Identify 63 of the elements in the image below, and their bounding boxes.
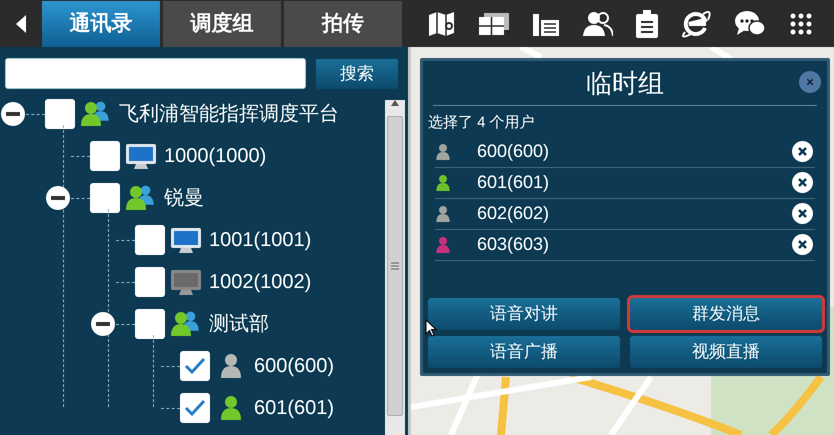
checkbox[interactable] bbox=[45, 99, 75, 129]
check-icon bbox=[184, 399, 206, 417]
windows-icon[interactable] bbox=[478, 12, 508, 34]
tree-item-label[interactable]: 601(601) bbox=[254, 393, 334, 423]
map-icon[interactable] bbox=[428, 10, 456, 36]
dialog-title: 临时组 bbox=[586, 66, 664, 100]
minus-icon bbox=[6, 112, 20, 116]
tree-item-label[interactable]: 1000(1000) bbox=[164, 141, 266, 171]
member-label: 600(600) bbox=[477, 140, 550, 163]
tree-item-label[interactable]: 1002(1002) bbox=[209, 267, 312, 297]
contacts-icon[interactable] bbox=[582, 10, 612, 36]
check-icon bbox=[184, 357, 206, 375]
checkbox[interactable] bbox=[90, 183, 120, 213]
remove-icon bbox=[798, 240, 807, 249]
member-label: 601(601) bbox=[477, 171, 550, 194]
browser-icon[interactable] bbox=[680, 10, 710, 38]
action-button[interactable]: 群发消息 bbox=[630, 298, 822, 330]
chat-icon[interactable] bbox=[734, 10, 766, 38]
scroll-up-icon[interactable] bbox=[391, 100, 399, 106]
tree-item-label[interactable]: 飞利浦智能指挥调度平台 bbox=[119, 99, 339, 129]
remove-icon bbox=[798, 147, 807, 156]
checkbox[interactable] bbox=[135, 225, 165, 255]
search-button[interactable]: 搜索 bbox=[316, 58, 398, 88]
scroll-thumb[interactable] bbox=[387, 116, 403, 416]
action-button[interactable]: 语音广播 bbox=[428, 336, 620, 368]
member-label: 603(603) bbox=[477, 233, 550, 256]
member-label: 602(602) bbox=[477, 202, 550, 225]
scrollbar[interactable] bbox=[385, 100, 405, 435]
action-button[interactable]: 语音对讲 bbox=[428, 298, 620, 330]
minus-icon bbox=[96, 322, 110, 326]
tab[interactable]: 通讯录 bbox=[42, 1, 160, 47]
mouse-cursor-icon bbox=[425, 319, 437, 337]
tab[interactable]: 拍传 bbox=[284, 1, 402, 47]
close-icon bbox=[807, 79, 813, 85]
tree-item-label[interactable]: 600(600) bbox=[254, 351, 334, 381]
action-button[interactable]: 视频直播 bbox=[630, 336, 822, 368]
remove-icon bbox=[798, 209, 807, 218]
search-field[interactable] bbox=[5, 58, 306, 89]
building-icon[interactable] bbox=[532, 12, 560, 36]
checkbox[interactable] bbox=[180, 351, 210, 381]
back-arrow-icon bbox=[16, 14, 26, 32]
minus-icon bbox=[51, 196, 65, 200]
tree-item-label[interactable]: 1001(1001) bbox=[209, 225, 312, 255]
remove-button[interactable] bbox=[792, 234, 813, 255]
close-button[interactable] bbox=[799, 71, 821, 93]
expand-toggle[interactable] bbox=[46, 186, 70, 210]
remove-button[interactable] bbox=[792, 141, 813, 162]
checkbox[interactable] bbox=[135, 309, 165, 339]
remove-button[interactable] bbox=[792, 172, 813, 193]
tab[interactable]: 调度组 bbox=[163, 1, 281, 47]
tree-item-label[interactable]: 锐曼 bbox=[164, 183, 204, 213]
checkbox[interactable] bbox=[180, 393, 210, 423]
grip-icon bbox=[391, 262, 399, 270]
selection-summary: 选择了 4 个用户 bbox=[427, 113, 536, 133]
grid-menu-icon[interactable] bbox=[788, 12, 812, 36]
remove-button[interactable] bbox=[792, 203, 813, 224]
remove-icon bbox=[798, 178, 807, 187]
expand-toggle[interactable] bbox=[1, 102, 25, 126]
tree-item-label[interactable]: 测试部 bbox=[209, 309, 269, 339]
clipboard-icon[interactable] bbox=[636, 10, 658, 38]
expand-toggle[interactable] bbox=[91, 312, 115, 336]
checkbox[interactable] bbox=[90, 141, 120, 171]
checkbox[interactable] bbox=[135, 267, 165, 297]
